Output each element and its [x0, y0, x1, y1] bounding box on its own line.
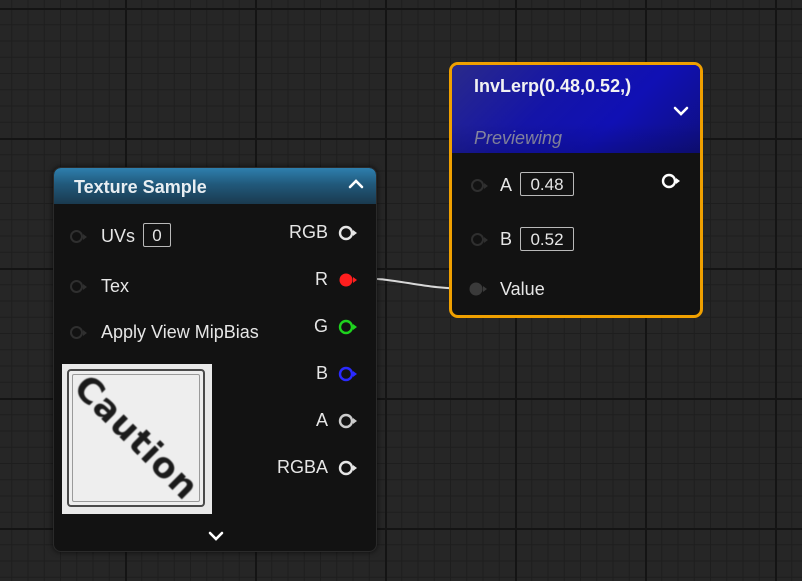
- value-input-pin[interactable]: [468, 281, 488, 297]
- node-title: InvLerp(0.48,0.52,): [474, 76, 632, 96]
- texture-sample-node[interactable]: Texture Sample UVs 0 Tex Apply View MipB…: [53, 167, 377, 552]
- node-header[interactable]: Texture Sample: [54, 168, 376, 204]
- a-value-field[interactable]: 0.48: [520, 172, 574, 196]
- g-label: G: [313, 316, 328, 336]
- chevron-up-icon[interactable]: [346, 176, 366, 192]
- b-output-pin[interactable]: [338, 366, 358, 382]
- result-output-pin[interactable]: [661, 173, 681, 189]
- g-output-pin[interactable]: [338, 319, 358, 335]
- rgba-label: RGBA: [276, 457, 328, 477]
- a-input-label: A: [500, 175, 513, 195]
- tex-input-pin[interactable]: [70, 280, 87, 293]
- a-label: A: [315, 410, 328, 430]
- b-input-pin[interactable]: [471, 233, 488, 246]
- a-input-pin[interactable]: [471, 179, 488, 192]
- a-output-pin[interactable]: [338, 413, 358, 429]
- uvs-value-field[interactable]: 0: [143, 223, 171, 247]
- caution-sign-image: Caution: [65, 367, 207, 509]
- rgba-output-pin[interactable]: [338, 460, 358, 476]
- uvs-input-pin[interactable]: [70, 230, 87, 243]
- mipbias-input-pin[interactable]: [70, 326, 87, 339]
- tex-label: Tex: [101, 276, 130, 296]
- b-value-field[interactable]: 0.52: [520, 227, 574, 251]
- node-title: Texture Sample: [74, 177, 207, 197]
- rgb-output-pin[interactable]: [338, 225, 358, 241]
- chevron-down-icon[interactable]: [671, 103, 691, 119]
- chevron-down-icon[interactable]: [206, 528, 226, 544]
- r-output-pin[interactable]: [338, 272, 358, 288]
- b-input-label: B: [500, 229, 513, 249]
- thumbnail-text: Caution: [65, 367, 207, 509]
- value-input-label: Value: [500, 279, 545, 299]
- rgb-label: RGB: [288, 222, 328, 242]
- texture-thumbnail[interactable]: Caution: [62, 364, 212, 514]
- invlerp-node[interactable]: InvLerp(0.48,0.52,) Previewing A 0.48 B …: [449, 62, 703, 318]
- mipbias-label: Apply View MipBias: [101, 322, 259, 342]
- uvs-label: UVs: [101, 226, 136, 246]
- b-label: B: [315, 363, 328, 383]
- node-header[interactable]: InvLerp(0.48,0.52,) Previewing: [452, 65, 700, 153]
- r-label: R: [315, 269, 328, 289]
- preview-status: Previewing: [474, 128, 563, 148]
